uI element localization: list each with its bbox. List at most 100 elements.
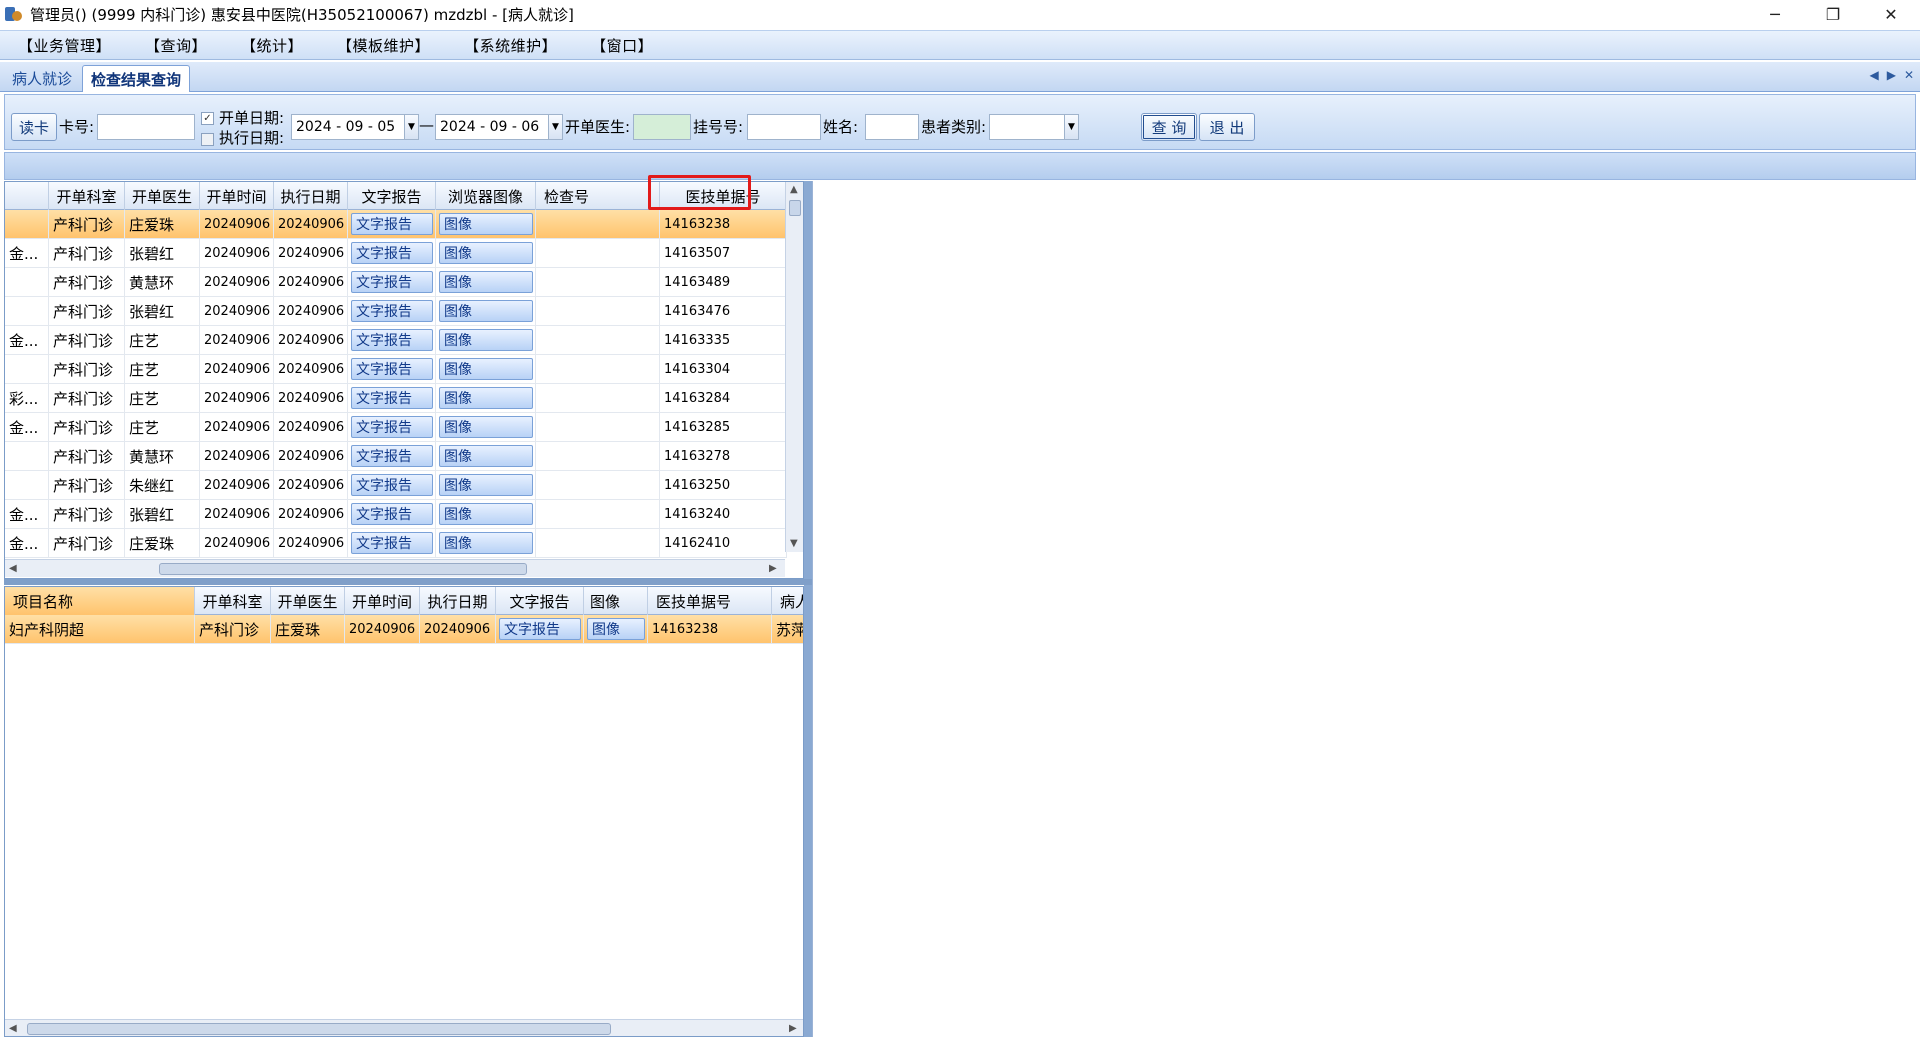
col-open-time[interactable]: 开单时间 xyxy=(200,182,274,210)
horizontal-splitter[interactable] xyxy=(4,579,812,585)
reg-no-input[interactable] xyxy=(747,114,821,140)
chevron-down-icon[interactable]: ▼ xyxy=(1064,115,1078,139)
col-bill-no[interactable]: 医技单据号 xyxy=(648,587,772,615)
col-exec-date[interactable]: 执行日期 xyxy=(274,182,348,210)
image-button[interactable]: 图像 xyxy=(439,474,533,496)
text-report-button[interactable]: 文字报告 xyxy=(351,271,433,293)
text-report-button[interactable]: 文字报告 xyxy=(351,445,433,467)
scroll-thumb[interactable] xyxy=(27,1023,611,1035)
scroll-down-icon[interactable]: ▼ xyxy=(790,538,798,549)
table-row[interactable]: 金... 产科门诊 张碧红 20240906 20240906 文字报告 图像 1416324… xyxy=(5,500,787,529)
image-button[interactable]: 图像 xyxy=(439,213,533,235)
text-report-button[interactable]: 文字报告 xyxy=(351,503,433,525)
tab-patient-visit[interactable]: 病人就诊 xyxy=(4,65,80,92)
image-button[interactable]: 图像 xyxy=(439,503,533,525)
tab-close-icon[interactable]: ✕ xyxy=(1904,68,1914,82)
open-date-checkbox[interactable]: ✓ xyxy=(201,112,214,125)
upper-vertical-scrollbar[interactable]: ▲ ▼ xyxy=(785,182,803,552)
upper-horizontal-scrollbar[interactable]: ◀ ▶ xyxy=(5,559,785,577)
tab-left-icon[interactable]: ◀ xyxy=(1869,68,1878,82)
image-button[interactable]: 图像 xyxy=(439,271,533,293)
menu-system[interactable]: 【系统维护】 xyxy=(464,35,557,56)
table-row[interactable]: 彩... 产科门诊 庄艺 20240906 20240906 文字报告 图像 14163284 xyxy=(5,384,787,413)
doctor-input[interactable] xyxy=(633,114,691,140)
chevron-down-icon[interactable]: ▼ xyxy=(548,115,562,139)
cell-exam-no xyxy=(536,297,660,325)
minimize-button[interactable]: ─ xyxy=(1746,0,1804,28)
text-report-button[interactable]: 文字报告 xyxy=(351,242,433,264)
scroll-left-icon[interactable]: ◀ xyxy=(9,1023,17,1034)
col-dept[interactable]: 开单科室 xyxy=(195,587,271,615)
text-report-button[interactable]: 文字报告 xyxy=(351,300,433,322)
query-button[interactable]: 查 询 xyxy=(1141,113,1197,141)
card-no-input[interactable] xyxy=(97,114,195,140)
close-button[interactable]: ✕ xyxy=(1862,0,1920,28)
cell-doctor: 庄爱珠 xyxy=(271,615,345,643)
table-row[interactable]: 妇产科阴超 产科门诊 庄爱珠 20240906 20240906 文字报告 图像 141632… xyxy=(5,615,803,644)
read-card-button[interactable]: 读卡 xyxy=(11,113,57,141)
exec-date-checkbox[interactable] xyxy=(201,133,214,146)
table-row[interactable]: 金... 产科门诊 张碧红 20240906 20240906 文字报告 图像 1416350… xyxy=(5,239,787,268)
exit-button[interactable]: 退 出 xyxy=(1199,113,1255,141)
vertical-splitter[interactable] xyxy=(804,181,812,1037)
col-image[interactable]: 图像 xyxy=(584,587,648,615)
text-report-button[interactable]: 文字报告 xyxy=(499,618,581,640)
table-row[interactable]: 金... 产科门诊 庄爱珠 20240906 20240906 文字报告 图像 1416241… xyxy=(5,529,787,558)
text-report-button[interactable]: 文字报告 xyxy=(351,532,433,554)
patient-type-select[interactable]: ▼ xyxy=(989,114,1079,140)
menu-query[interactable]: 【查询】 xyxy=(145,35,207,56)
image-button[interactable]: 图像 xyxy=(439,445,533,467)
col-doctor[interactable]: 开单医生 xyxy=(125,182,200,210)
restore-button[interactable]: ❐ xyxy=(1804,0,1862,28)
scroll-left-icon[interactable]: ◀ xyxy=(9,563,17,574)
table-row[interactable]: 产科门诊 朱继红 20240906 20240906 文字报告 图像 14163250 xyxy=(5,471,787,500)
text-report-button[interactable]: 文字报告 xyxy=(351,213,433,235)
image-button[interactable]: 图像 xyxy=(439,329,533,351)
col-dept[interactable]: 开单科室 xyxy=(49,182,125,210)
col-patient[interactable]: 病人 xyxy=(772,587,803,615)
text-report-button[interactable]: 文字报告 xyxy=(351,358,433,380)
image-button[interactable]: 图像 xyxy=(439,300,533,322)
table-row[interactable]: 产科门诊 黄慧环 20240906 20240906 文字报告 图像 14163489 xyxy=(5,268,787,297)
scroll-thumb[interactable] xyxy=(789,200,801,216)
lower-horizontal-scrollbar[interactable]: ◀ ▶ xyxy=(5,1019,803,1036)
table-row[interactable]: 产科门诊 张碧红 20240906 20240906 文字报告 图像 14163476 xyxy=(5,297,787,326)
col-exam-no[interactable]: 检查号 xyxy=(536,182,660,210)
col-item-name[interactable]: 项目名称 xyxy=(5,587,195,615)
menu-statistics[interactable]: 【统计】 xyxy=(241,35,303,56)
col-exec-date[interactable]: 执行日期 xyxy=(420,587,496,615)
text-report-button[interactable]: 文字报告 xyxy=(351,474,433,496)
table-row[interactable]: 产科门诊 庄爱珠 20240906 20240906 文字报告 图像 14163238 xyxy=(5,210,787,239)
scroll-right-icon[interactable]: ▶ xyxy=(789,1023,797,1034)
col-open-time[interactable]: 开单时间 xyxy=(345,587,420,615)
table-row[interactable]: 产科门诊 黄慧环 20240906 20240906 文字报告 图像 14163278 xyxy=(5,442,787,471)
chevron-down-icon[interactable]: ▼ xyxy=(404,115,418,139)
scroll-right-icon[interactable]: ▶ xyxy=(769,563,777,574)
text-report-button[interactable]: 文字报告 xyxy=(351,416,433,438)
image-button[interactable]: 图像 xyxy=(439,242,533,264)
table-row[interactable]: 产科门诊 庄艺 20240906 20240906 文字报告 图像 14163304 xyxy=(5,355,787,384)
image-button[interactable]: 图像 xyxy=(439,358,533,380)
date-from-input[interactable]: 2024 - 09 - 05 ▼ xyxy=(291,114,419,140)
text-report-button[interactable]: 文字报告 xyxy=(351,387,433,409)
col-text-report[interactable]: 文字报告 xyxy=(496,587,584,615)
image-button[interactable]: 图像 xyxy=(439,416,533,438)
tab-exam-query[interactable]: 检查结果查询 xyxy=(82,65,191,92)
date-to-input[interactable]: 2024 - 09 - 06 ▼ xyxy=(435,114,563,140)
image-button[interactable]: 图像 xyxy=(439,387,533,409)
image-button[interactable]: 图像 xyxy=(587,618,645,640)
col-text-report[interactable]: 文字报告 xyxy=(348,182,436,210)
col-doctor[interactable]: 开单医生 xyxy=(271,587,345,615)
col-browser-image[interactable]: 浏览器图像 xyxy=(436,182,536,210)
menu-window[interactable]: 【窗口】 xyxy=(591,35,653,56)
image-button[interactable]: 图像 xyxy=(439,532,533,554)
name-input[interactable] xyxy=(865,114,919,140)
menu-business[interactable]: 【业务管理】 xyxy=(18,35,111,56)
text-report-button[interactable]: 文字报告 xyxy=(351,329,433,351)
menu-template[interactable]: 【模板维护】 xyxy=(337,35,430,56)
table-row[interactable]: 金... 产科门诊 庄艺 20240906 20240906 文字报告 图像 14163285 xyxy=(5,413,787,442)
table-row[interactable]: 金... 产科门诊 庄艺 20240906 20240906 文字报告 图像 14163335 xyxy=(5,326,787,355)
scroll-thumb[interactable] xyxy=(159,563,527,575)
scroll-up-icon[interactable]: ▲ xyxy=(790,184,798,195)
tab-right-icon[interactable]: ▶ xyxy=(1887,68,1896,82)
